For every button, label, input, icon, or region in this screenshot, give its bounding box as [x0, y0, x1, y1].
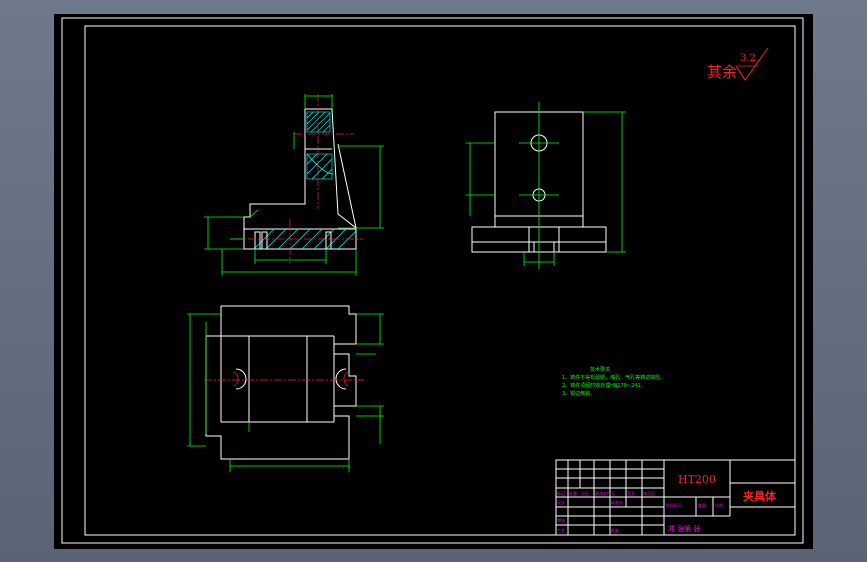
tb-label-signature: 签名 [627, 490, 635, 496]
part-name: 夹具体 [743, 489, 777, 503]
roughness-symbol: 其余 3.2 [707, 47, 769, 81]
tb-label-date: 年月日 [643, 490, 655, 496]
material-label: HT200 [678, 473, 716, 486]
title-block: HT200 夹具体 共 张第 张 标记 处数 分区 更改文件号 签名 年月日 设… [555, 459, 796, 536]
tb-label-design: 设计 [557, 499, 565, 505]
tb-label-scale: 比例 [715, 502, 723, 508]
tb-label-standard: 标准化 [611, 499, 623, 505]
tb-label-change-doc: 更改文件号 [595, 490, 615, 496]
tb-label-mark: 标记 [557, 490, 565, 496]
tech-note-2: 2、铸件须经时效处理HB170~241。 [562, 382, 646, 389]
tech-notes: 技术要求 1、铸件不得有砂眼、缩孔、气孔等铸造缺陷。 2、铸件须经时效处理HB1… [562, 366, 665, 397]
tb-label-stage: 阶段标记 [666, 502, 682, 508]
top-view [187, 305, 384, 472]
roughness-prefix: 其余 [707, 63, 737, 81]
tb-label-weight: 重量 [698, 502, 706, 508]
tech-note-3: 3、锐边倒钝。 [562, 390, 595, 397]
tb-label-zone: 分区 [581, 490, 589, 496]
cad-drawing: 其余 3.2 技术要求 1、铸件不得有砂眼、缩孔、气孔等铸造缺陷。 2、铸件须经… [61, 17, 804, 544]
front-view [204, 94, 384, 276]
drawing-viewport[interactable]: 其余 3.2 技术要求 1、铸件不得有砂眼、缩孔、气孔等铸造缺陷。 2、铸件须经… [54, 14, 813, 549]
sheet-info: 共 张第 张 [668, 524, 700, 533]
roughness-value: 3.2 [740, 53, 756, 64]
tb-label-process: 工艺 [557, 528, 565, 533]
tech-note-1: 1、铸件不得有砂眼、缩孔、气孔等铸造缺陷。 [562, 374, 665, 381]
outer-border [61, 17, 804, 544]
tb-label-count: 处数 [569, 490, 577, 496]
tb-label-review: 审核 [557, 517, 565, 523]
tech-notes-title: 技术要求 [590, 366, 610, 373]
side-view [466, 102, 626, 269]
inner-border [84, 25, 796, 536]
tb-label-approve: 批准 [611, 527, 619, 533]
